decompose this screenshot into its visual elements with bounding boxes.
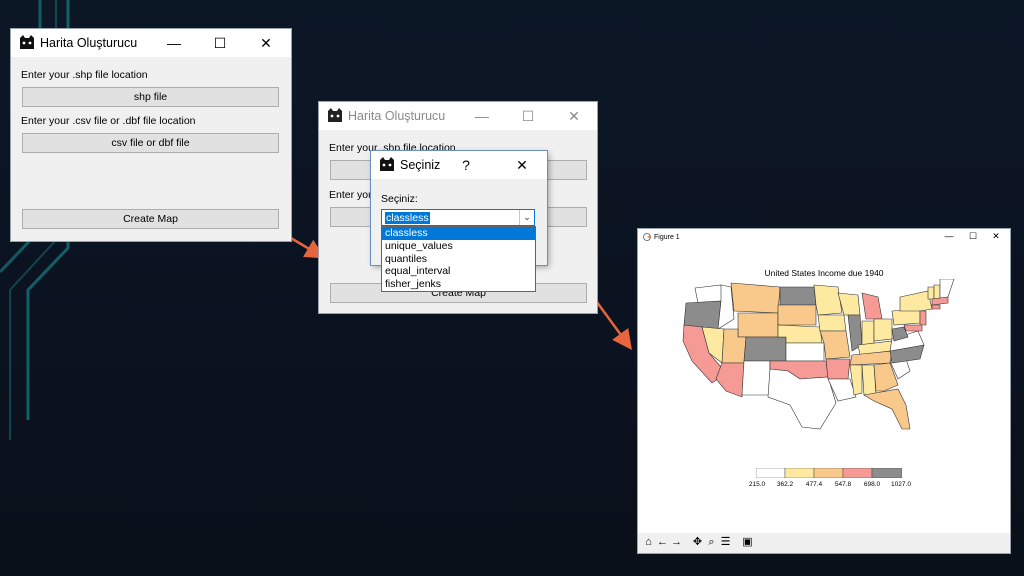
legend-tick: 698.0 [863, 481, 881, 488]
state-md [903, 324, 923, 332]
state-ny [899, 290, 933, 312]
csv-label: Enter your .csv file or .dbf file locati… [21, 115, 196, 127]
maximize-button[interactable]: ☐ [197, 29, 243, 57]
pan-icon[interactable]: ✥ [691, 536, 704, 549]
app-cat-icon [380, 157, 394, 171]
figure-title: Figure 1 [654, 234, 680, 241]
legend-colorbar [756, 468, 902, 478]
method-combobox[interactable]: classless ⌄ [381, 209, 535, 226]
state-nh [933, 284, 941, 300]
dropdown-option[interactable]: classless [382, 227, 535, 240]
csv-file-button[interactable]: csv file or dbf file [22, 133, 279, 153]
matplotlib-icon [643, 233, 651, 241]
legend-tick: 215.0 [748, 481, 766, 488]
state-nj [919, 310, 927, 326]
dialog-titlebar: Seçiniz ? ✕ [371, 151, 547, 179]
chevron-down-icon[interactable]: ⌄ [519, 210, 534, 225]
method-dropdown-list: classless unique_values quantiles equal_… [381, 226, 536, 292]
combobox-value: classless [385, 212, 430, 224]
state-ia [817, 314, 847, 332]
state-in [861, 320, 875, 346]
close-button[interactable]: ✕ [551, 102, 597, 130]
state-ar [825, 358, 851, 380]
state-me [939, 279, 955, 300]
state-tn [849, 350, 893, 366]
dropdown-option[interactable]: fisher_jenks [382, 278, 535, 291]
state-fl [863, 388, 911, 430]
us-choropleth-map [682, 279, 955, 430]
state-vt [927, 286, 935, 300]
state-wa [694, 284, 725, 304]
minimize-button[interactable]: — [151, 29, 197, 57]
window-title: Harita Oluşturucu [348, 109, 446, 123]
back-icon[interactable]: ← [656, 536, 669, 549]
window-title: Harita Oluşturucu [40, 36, 138, 50]
minimize-button[interactable]: — [459, 102, 505, 130]
legend-tick: 477.4 [805, 481, 823, 488]
close-button[interactable]: ✕ [499, 151, 545, 179]
shp-label: Enter your .shp file location [21, 69, 148, 81]
close-button[interactable]: ✕ [243, 29, 289, 57]
chart-title: United States Income due 1940 [764, 268, 884, 278]
state-nm [741, 360, 771, 396]
app-cat-icon [328, 108, 342, 122]
help-button[interactable]: ? [454, 151, 478, 179]
state-co [743, 336, 787, 362]
state-ks [785, 342, 825, 362]
legend-tick: 362.2 [776, 481, 794, 488]
app-cat-icon [20, 35, 34, 49]
state-ct [931, 304, 941, 310]
dialog-title: Seçiniz [400, 158, 441, 172]
state-mt [730, 282, 781, 314]
zoom-icon[interactable]: ⌕ [705, 536, 718, 549]
dialog-prompt: Seçiniz: [381, 193, 418, 205]
state-al [861, 364, 877, 396]
state-mi [861, 292, 883, 320]
forward-icon[interactable]: → [670, 536, 683, 549]
home-icon[interactable]: ⌂ [642, 536, 655, 549]
second-titlebar: Harita Oluşturucu — ☐ ✕ [319, 102, 597, 130]
legend-tick: 547.8 [834, 481, 852, 488]
minimize-button[interactable]: — [940, 231, 958, 241]
figure-window: Figure 1 — ☐ ✕ United States Income due … [638, 229, 1010, 553]
dropdown-option[interactable]: unique_values [382, 240, 535, 253]
maximize-button[interactable]: ☐ [964, 231, 982, 242]
state-sd [777, 304, 817, 326]
state-oh [873, 318, 893, 342]
main-window: Harita Oluşturucu — ☐ ✕ Enter your .shp … [11, 29, 291, 241]
maximize-button[interactable]: ☐ [505, 102, 551, 130]
state-mo [819, 330, 851, 360]
state-nd [779, 286, 817, 306]
state-mn [813, 284, 843, 316]
create-map-button[interactable]: Create Map [22, 209, 279, 229]
legend-tick: 1027.0 [891, 481, 911, 488]
state-pa [891, 308, 921, 326]
configure-icon[interactable]: ☰ [719, 536, 732, 549]
state-az [715, 362, 745, 398]
dropdown-option[interactable]: quantiles [382, 253, 535, 266]
close-button[interactable]: ✕ [987, 231, 1005, 242]
csv-label: Enter you [329, 189, 374, 201]
shp-file-button[interactable]: shp file [22, 87, 279, 107]
state-or [683, 300, 722, 330]
main-titlebar: Harita Oluşturucu — ☐ ✕ [11, 29, 291, 57]
dropdown-option[interactable]: equal_interval [382, 265, 535, 278]
save-icon[interactable]: ▣ [741, 536, 754, 549]
figure-toolbar: ⌂ ← → ✥ ⌕ ☰ ▣ [638, 533, 1010, 553]
state-wy [737, 312, 779, 338]
